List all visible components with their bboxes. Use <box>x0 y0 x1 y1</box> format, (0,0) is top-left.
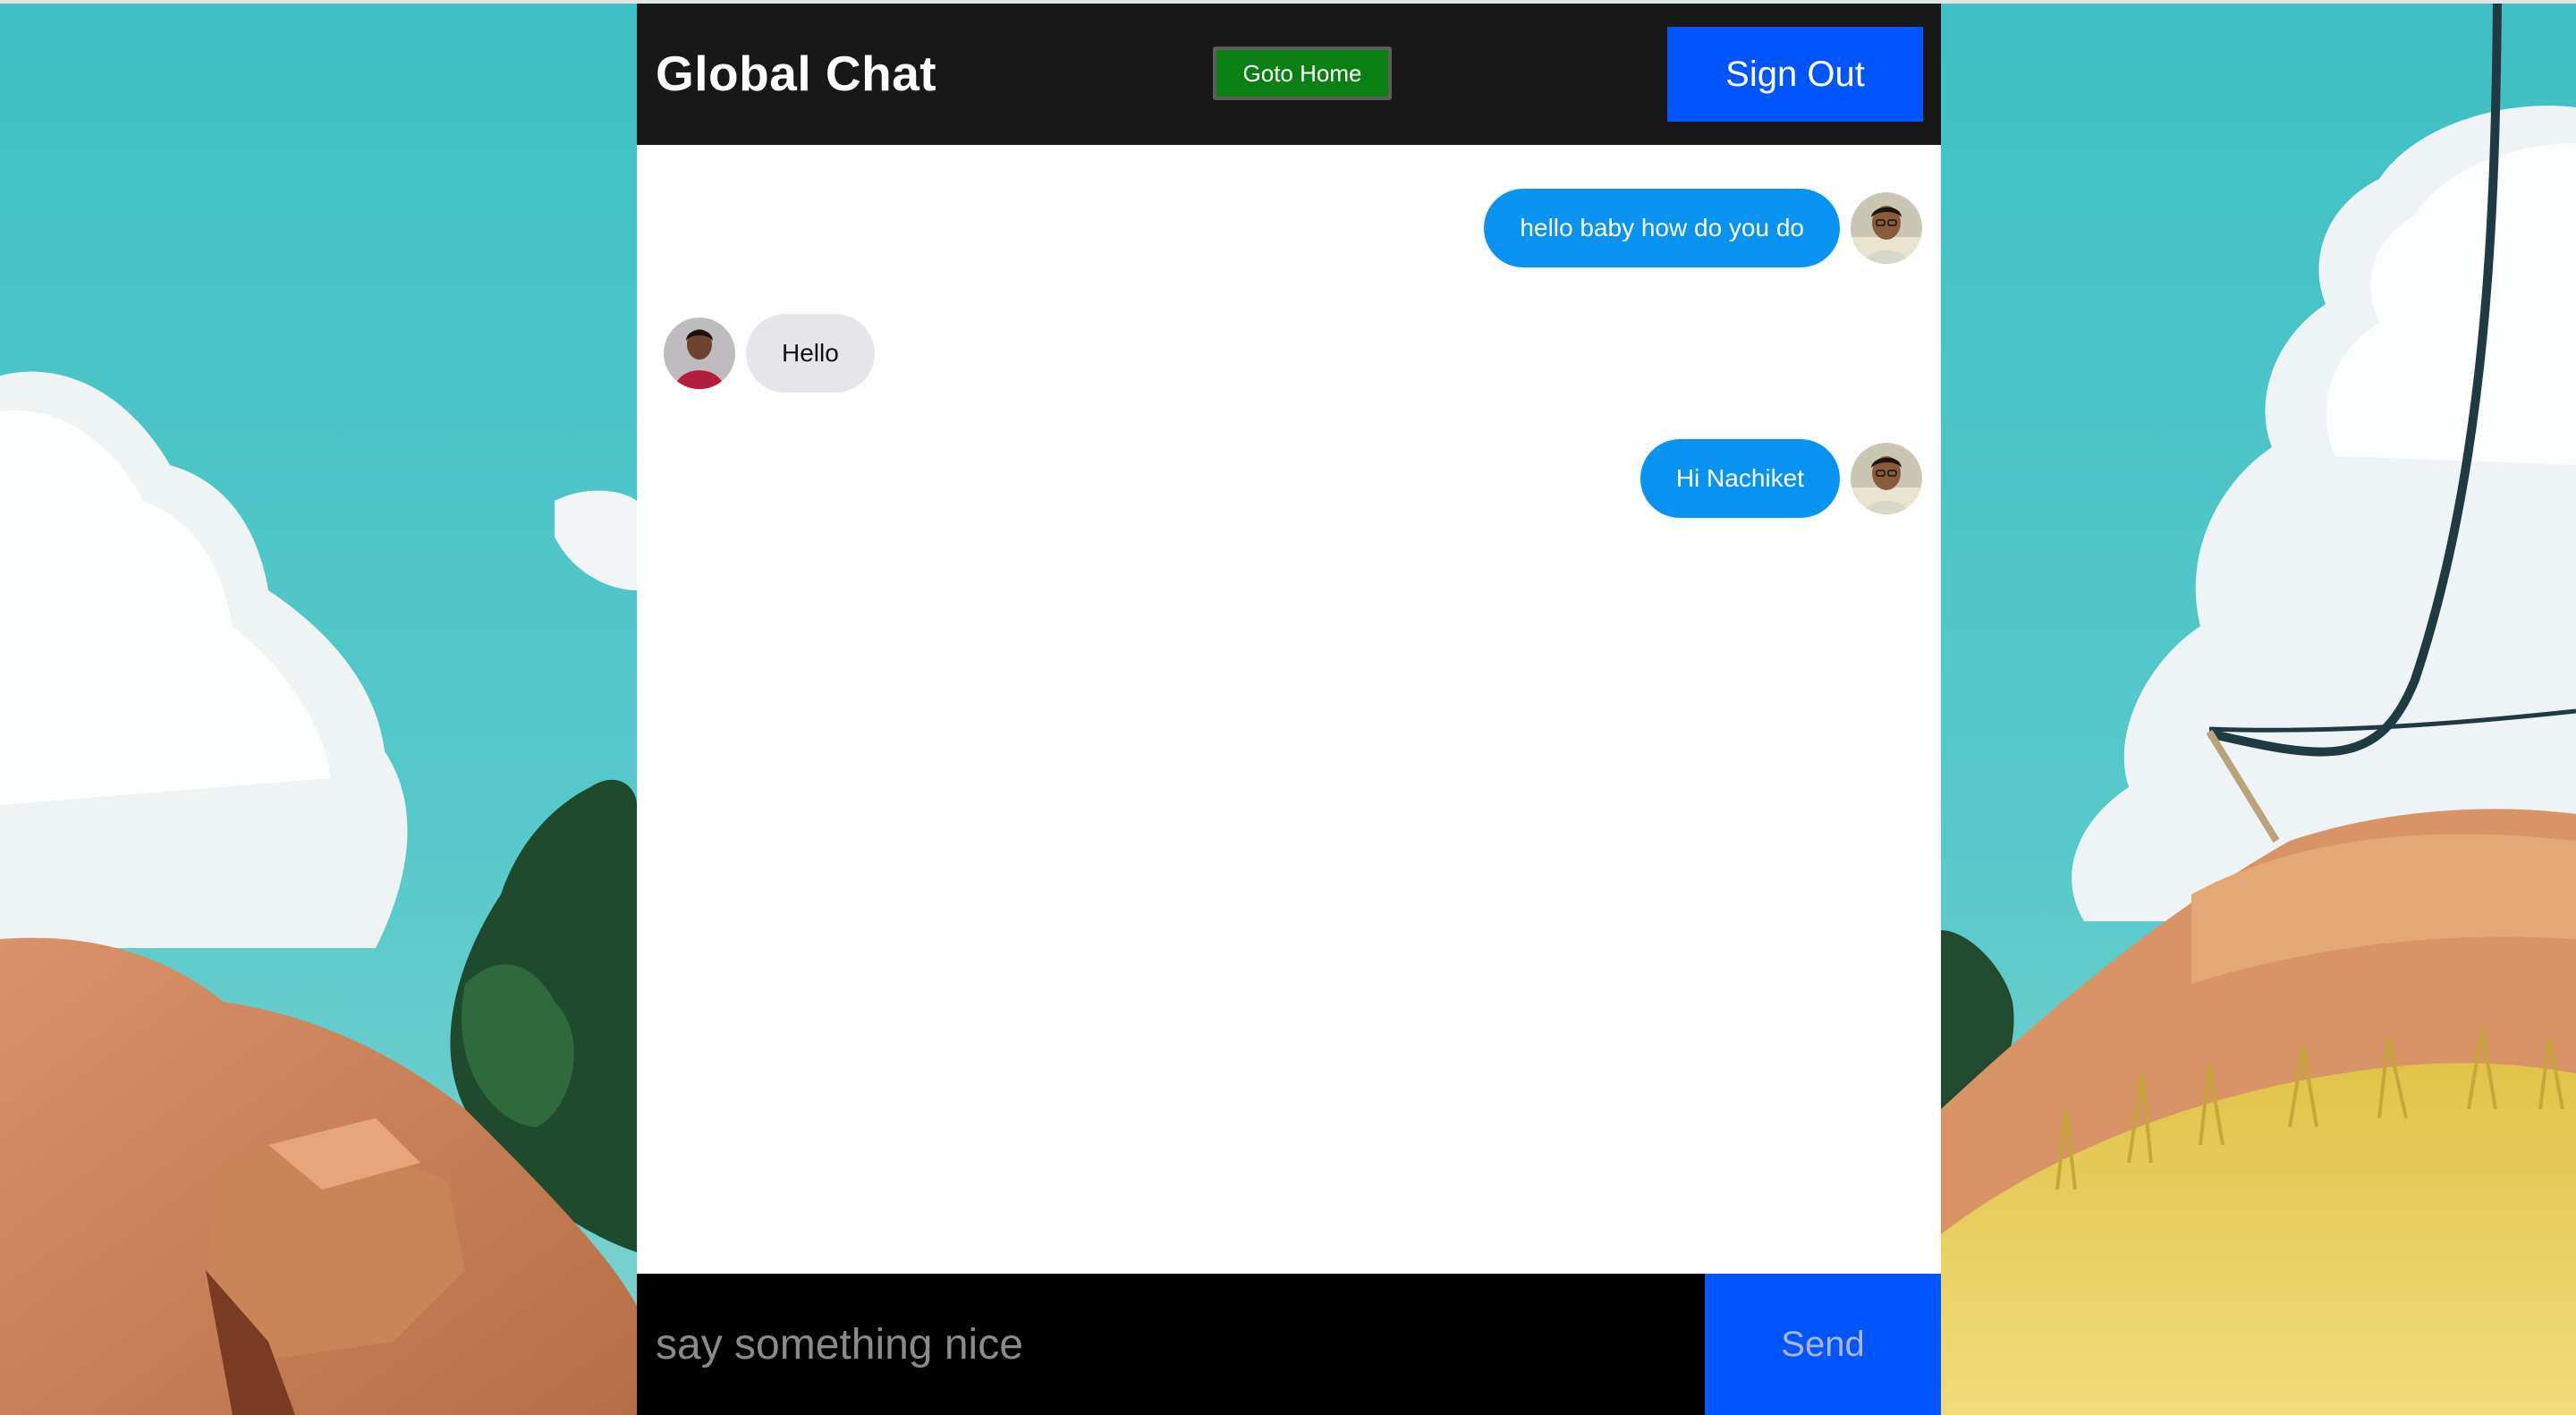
message-composer: Send <box>637 1274 1941 1415</box>
sign-out-button[interactable]: Sign Out <box>1667 27 1923 122</box>
goto-home-button[interactable]: Goto Home <box>1213 47 1392 100</box>
user-avatar-icon <box>1851 192 1922 264</box>
message-bubble: Hi Nachiket <box>1640 439 1840 518</box>
page-title: Global Chat <box>656 46 937 101</box>
message-row-sent: hello baby how do you do <box>1484 189 1922 267</box>
message-list: hello baby how do you do Hello Hi Nachik… <box>637 145 1941 1274</box>
contact-avatar-icon <box>664 318 735 389</box>
top-bar: Global Chat Goto Home Sign Out <box>637 4 1941 145</box>
message-bubble: hello baby how do you do <box>1484 189 1840 267</box>
send-button[interactable]: Send <box>1705 1274 1941 1415</box>
chat-app: Global Chat Goto Home Sign Out hello bab… <box>637 4 1941 1415</box>
user-avatar-icon <box>1851 443 1922 514</box>
message-row-sent: Hi Nachiket <box>1640 439 1922 518</box>
message-input[interactable] <box>637 1274 1705 1415</box>
message-bubble: Hello <box>746 314 875 393</box>
message-row-received: Hello <box>664 314 875 393</box>
